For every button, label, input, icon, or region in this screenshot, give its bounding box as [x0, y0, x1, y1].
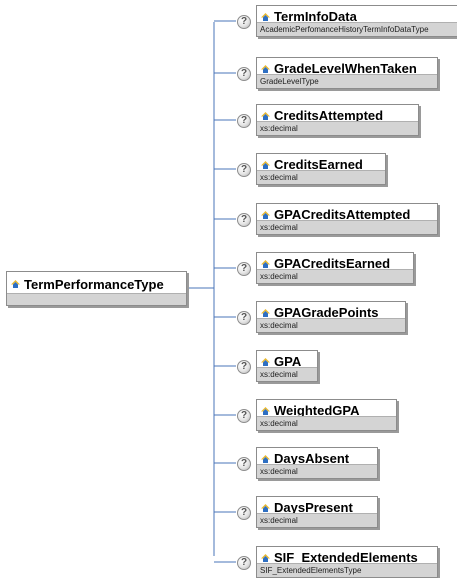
element-node[interactable]: GPACreditsEarned xs:decimal: [256, 252, 414, 284]
help-icon[interactable]: ?: [237, 114, 251, 128]
element-node[interactable]: DaysPresent xs:decimal: [256, 496, 378, 528]
element-icon: [261, 160, 270, 169]
help-icon[interactable]: ?: [237, 311, 251, 325]
element-icon: [261, 503, 270, 512]
element-type: xs:decimal: [257, 464, 377, 478]
element-icon: [261, 357, 270, 366]
element-icon: [261, 454, 270, 463]
root-type-band: [7, 293, 186, 305]
help-icon[interactable]: ?: [237, 262, 251, 276]
element-node[interactable]: CreditsEarned xs:decimal: [256, 153, 386, 185]
help-icon[interactable]: ?: [237, 409, 251, 423]
element-type: xs:decimal: [257, 318, 405, 332]
element-type: xs:decimal: [257, 416, 396, 430]
element-type: xs:decimal: [257, 269, 413, 283]
element-type: xs:decimal: [257, 367, 317, 381]
element-type: xs:decimal: [257, 170, 385, 184]
help-icon[interactable]: ?: [237, 67, 251, 81]
element-type: SIF_ExtendedElementsType: [257, 563, 437, 577]
element-icon: [261, 12, 270, 21]
help-icon[interactable]: ?: [237, 360, 251, 374]
element-node[interactable]: GradeLevelWhenTaken GradeLevelType: [256, 57, 438, 89]
complex-type-icon: [11, 280, 20, 288]
element-node[interactable]: GPACreditsAttempted xs:decimal: [256, 203, 438, 235]
help-icon[interactable]: ?: [237, 15, 251, 29]
root-type-node[interactable]: TermPerformanceType: [6, 271, 187, 306]
element-type: GradeLevelType: [257, 74, 437, 88]
element-node[interactable]: DaysAbsent xs:decimal: [256, 447, 378, 479]
element-icon: [261, 259, 270, 268]
element-type: AcademicPerfomanceHistoryTermInfoDataTyp…: [257, 22, 457, 36]
help-icon[interactable]: ?: [237, 163, 251, 177]
element-type: xs:decimal: [257, 220, 437, 234]
element-icon: [261, 553, 270, 562]
help-icon[interactable]: ?: [237, 457, 251, 471]
element-node[interactable]: GPA xs:decimal: [256, 350, 318, 382]
element-node[interactable]: SIF_ExtendedElements SIF_ExtendedElements…: [256, 546, 438, 578]
element-icon: [261, 111, 270, 120]
element-node[interactable]: TermInfoData AcademicPerfomanceHistoryTer…: [256, 5, 457, 37]
element-node[interactable]: CreditsAttempted xs:decimal: [256, 104, 419, 136]
element-icon: [261, 64, 270, 73]
element-type: xs:decimal: [257, 513, 377, 527]
element-type: xs:decimal: [257, 121, 418, 135]
help-icon[interactable]: ?: [237, 213, 251, 227]
element-icon: [261, 406, 270, 415]
root-type-name: TermPerformanceType: [24, 276, 164, 292]
element-icon: [261, 308, 270, 317]
help-icon[interactable]: ?: [237, 556, 251, 570]
element-node[interactable]: GPAGradePoints xs:decimal: [256, 301, 406, 333]
help-icon[interactable]: ?: [237, 506, 251, 520]
element-icon: [261, 210, 270, 219]
element-node[interactable]: WeightedGPA xs:decimal: [256, 399, 397, 431]
